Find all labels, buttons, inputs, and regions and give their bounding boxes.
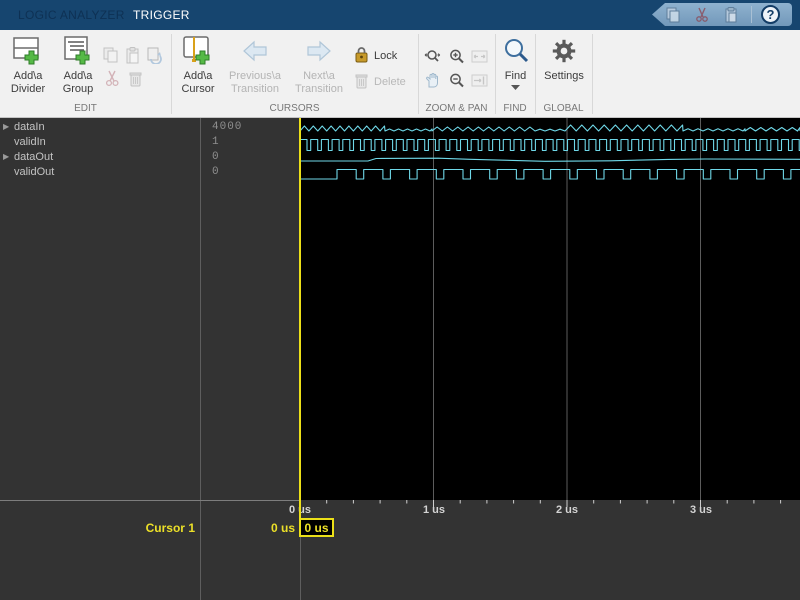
section-divider (495, 34, 496, 114)
add-divider-label: Add\aDivider (11, 70, 45, 96)
help-button[interactable]: ? (761, 5, 780, 24)
section-divider (535, 34, 536, 114)
waveform-canvas (300, 118, 800, 500)
arrow-left-icon (240, 34, 270, 68)
find-icon (501, 34, 531, 68)
arrow-right-icon (304, 34, 334, 68)
settings-label: Settings (544, 70, 584, 83)
previous-transition-label: Previous\aTransition (229, 70, 281, 96)
add-cursor-button[interactable]: Add\aCursor (177, 34, 219, 96)
add-cursor-icon (181, 34, 215, 68)
copy-icon[interactable] (665, 7, 681, 23)
find-button[interactable]: Find (498, 34, 533, 90)
cursors-section-label: CURSORS (171, 103, 418, 114)
edit-section-label: EDIT (0, 103, 171, 114)
signal-value: 0 (212, 151, 220, 163)
tab-trigger[interactable]: TRIGGER (133, 0, 190, 30)
paste-small-icon[interactable] (124, 47, 141, 64)
previous-transition-button[interactable]: Previous\aTransition (224, 34, 286, 96)
copy-small-icon[interactable] (102, 47, 119, 64)
find-label: Find (505, 70, 526, 83)
delete-cursor-icon[interactable] (353, 72, 370, 89)
time-cursor-line[interactable] (299, 118, 301, 519)
add-group-button[interactable]: Add\aGroup (54, 34, 102, 96)
zoom-to-cursor-icon[interactable] (471, 72, 488, 89)
expand-arrow-icon[interactable]: ▶ (3, 122, 9, 131)
add-cursor-label: Add\aCursor (181, 70, 214, 96)
lock-icon[interactable] (353, 46, 370, 63)
chevron-down-icon (511, 85, 520, 90)
qat-separator (751, 6, 752, 23)
restore-small-icon[interactable] (146, 47, 163, 64)
signal-row-validin[interactable]: validIn 1 (0, 136, 300, 151)
fit-to-view-icon[interactable] (471, 48, 488, 65)
signal-name: dataIn (14, 121, 45, 133)
section-divider (592, 34, 593, 114)
signal-value: 0 (212, 166, 220, 178)
lock-label[interactable]: Lock (374, 50, 397, 62)
add-divider-icon (11, 34, 45, 68)
signal-row-datain[interactable]: ▶ dataIn 4000 (0, 121, 300, 136)
next-transition-button[interactable]: Next\aTransition (290, 34, 348, 96)
signal-value: 4000 (212, 121, 242, 133)
waveform-panel: ▶ dataIn 4000 validIn 1 ▶ dataOut 0 vali… (0, 118, 800, 600)
signal-name: validIn (14, 136, 46, 148)
axis-label-1us: 1 us (414, 504, 454, 516)
signal-row-dataout[interactable]: ▶ dataOut 0 (0, 151, 300, 166)
signal-name: dataOut (14, 151, 53, 163)
section-divider (171, 34, 172, 114)
signal-value: 1 (212, 136, 220, 148)
logic-analyzer-window: LOGIC ANALYZER TRIGGER ? (0, 0, 800, 600)
add-group-icon (61, 34, 95, 68)
cut-icon[interactable] (694, 7, 710, 23)
trash-small-icon[interactable] (127, 70, 144, 87)
add-group-label: Add\aGroup (63, 70, 94, 96)
zoom-out-icon[interactable] (448, 72, 465, 89)
waveform-plot[interactable] (300, 118, 800, 500)
toolstrip: Add\aDivider Add\aGroup (0, 30, 800, 118)
zoom-in-icon[interactable] (448, 48, 465, 65)
paste-icon[interactable] (723, 7, 739, 23)
cursor-value-label: 0 us (215, 521, 295, 535)
pan-hand-icon[interactable] (424, 72, 441, 89)
zoom-pan-section-label: ZOOM & PAN (418, 103, 495, 114)
signal-row-validout[interactable]: validOut 0 (0, 166, 300, 181)
cut-small-icon[interactable] (104, 70, 121, 87)
quick-access-toolbar: ? (652, 3, 792, 26)
name-value-divider[interactable] (200, 118, 201, 600)
delete-label: Delete (374, 76, 406, 88)
find-section-label: FIND (495, 103, 535, 114)
settings-button[interactable]: Settings (540, 34, 588, 83)
section-divider (418, 34, 419, 114)
axis-top-line (0, 500, 300, 501)
expand-arrow-icon[interactable]: ▶ (3, 152, 9, 161)
tab-logic-analyzer[interactable]: LOGIC ANALYZER (18, 0, 125, 30)
title-bar: LOGIC ANALYZER TRIGGER ? (0, 0, 800, 30)
global-section-label: GLOBAL (535, 103, 592, 114)
cursor-readout-box[interactable]: 0 us (299, 518, 334, 537)
signal-name: validOut (14, 166, 54, 178)
zoom-in-x-icon[interactable] (424, 48, 441, 65)
axis-label-3us: 3 us (681, 504, 721, 516)
next-transition-label: Next\aTransition (295, 70, 343, 96)
gear-icon (550, 34, 578, 68)
cursor-name-label: Cursor 1 (95, 521, 195, 535)
add-divider-button[interactable]: Add\aDivider (4, 34, 52, 96)
axis-label-2us: 2 us (547, 504, 587, 516)
